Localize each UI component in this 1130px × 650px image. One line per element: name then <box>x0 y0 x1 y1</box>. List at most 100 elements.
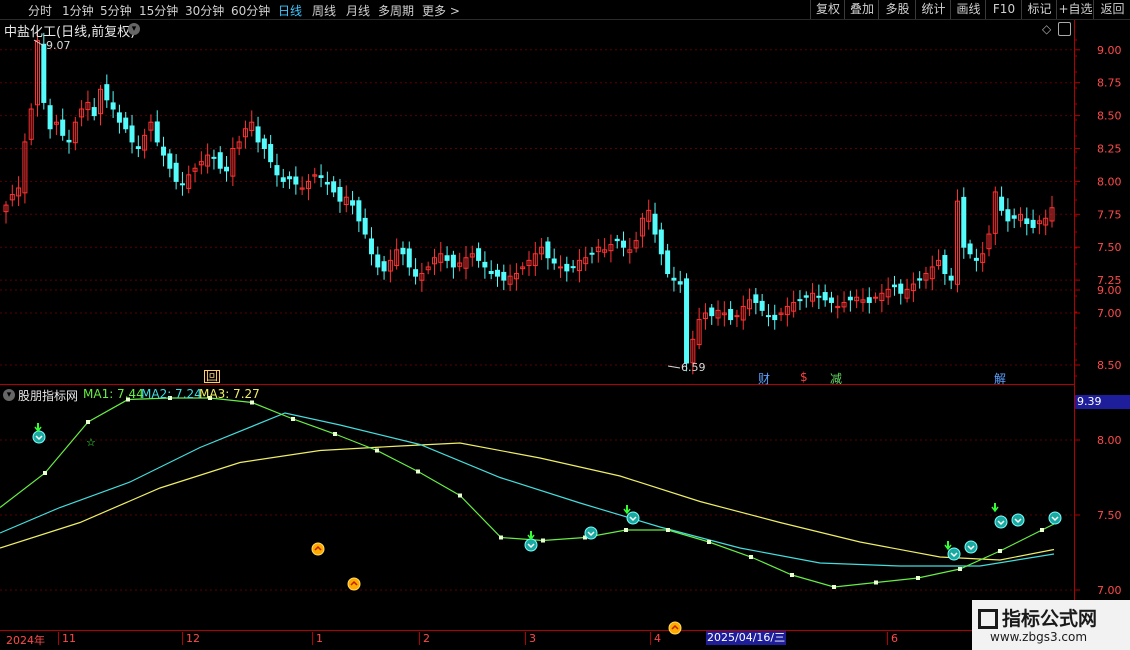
indicator-dropdown-icon[interactable]: ▾ <box>3 389 15 401</box>
candle-body <box>66 139 72 143</box>
sell-signal-icon <box>994 515 1008 529</box>
price-tick-label: 7.50 <box>1097 241 1122 254</box>
sell-signal-icon <box>32 430 46 444</box>
period-tab-10[interactable]: 更多 > <box>422 2 460 19</box>
candle-body <box>589 252 595 255</box>
toolbar-button-7[interactable]: +自选 <box>1056 0 1094 19</box>
period-tab-8[interactable]: 月线 <box>346 2 370 19</box>
ma1-point <box>666 528 670 532</box>
buy-signal-icon <box>347 577 361 591</box>
candle-body <box>671 277 677 281</box>
event-marker-0[interactable]: 回 <box>204 370 221 383</box>
period-toolbar: 分时 1分钟 5分钟 15分钟 30分钟 60分钟 日线 周线 月线 多周期 更多 > 复权 叠加 多股统… <box>0 0 1130 20</box>
candle-body <box>753 294 759 303</box>
indicator-tick-label: 8.00 <box>1097 434 1122 447</box>
toolbar-button-5[interactable]: F10 <box>985 0 1022 19</box>
event-marker-2[interactable]: $ <box>800 370 808 384</box>
candle-body <box>123 117 129 130</box>
candle-body <box>1030 219 1036 228</box>
candle-body <box>331 181 337 193</box>
event-marker-1[interactable]: 财 <box>758 370 770 387</box>
candle-body <box>570 266 576 269</box>
period-tab-1[interactable]: 1分钟 <box>62 2 94 19</box>
star-icon: ☆ <box>86 436 96 449</box>
candle-body <box>60 119 66 136</box>
sell-signal-icon <box>964 540 978 554</box>
ma1-point <box>790 573 794 577</box>
candle-body <box>822 292 828 301</box>
candle-body <box>47 105 53 130</box>
candle-body <box>1024 218 1030 225</box>
candle-body <box>104 84 110 101</box>
title-dropdown-icon[interactable]: ▾ <box>128 23 140 35</box>
diamond-icon[interactable]: ◇ <box>1042 22 1051 36</box>
time-label-7: 6 <box>887 632 898 645</box>
toolbar-button-2[interactable]: 多股 <box>878 0 916 19</box>
candle-body <box>381 261 387 272</box>
ma3-label: MA3: 7.27 <box>199 387 260 401</box>
signal-icons: ☆ <box>32 423 1062 635</box>
candle-body <box>614 238 620 242</box>
cursor-date: 2025/04/16/三 <box>706 631 787 645</box>
moving-average-lines <box>0 396 1055 589</box>
ma1-point <box>291 417 295 421</box>
ma1-point <box>499 535 503 540</box>
time-label-5: 3 <box>525 632 536 645</box>
stock-title: 中盐化工(日线,前复权) <box>4 25 136 40</box>
event-marker-3[interactable]: 减 <box>830 370 842 387</box>
toolbar-button-8[interactable]: 返回 <box>1093 0 1130 19</box>
candle-body <box>917 278 923 281</box>
event-marker-4[interactable]: 解 <box>994 370 1006 387</box>
ma1-point <box>458 493 462 498</box>
candle-body <box>847 296 853 301</box>
panel-settings-icon[interactable] <box>1058 22 1071 36</box>
candle-body <box>154 121 160 143</box>
toolbar-button-4[interactable]: 画线 <box>950 0 986 19</box>
candle-body <box>375 254 381 268</box>
toolbar-button-3[interactable]: 统计 <box>915 0 951 19</box>
period-tab-6[interactable]: 日线 <box>278 2 302 19</box>
watermark-logo-icon <box>978 609 998 629</box>
candle-body <box>551 258 557 264</box>
sell-signal-icon <box>1048 511 1062 525</box>
candle-body <box>476 248 482 261</box>
toolbar-button-1[interactable]: 叠加 <box>844 0 879 19</box>
candle-body <box>709 307 715 317</box>
sell-signal-icon <box>524 538 538 552</box>
chart-canvas[interactable]: ☆ 9.008.758.508.258.007.757.507.257.00 9… <box>0 0 1130 650</box>
candle-body <box>324 181 330 185</box>
period-tab-7[interactable]: 周线 <box>312 2 336 19</box>
candle-body <box>274 165 280 176</box>
candle-body <box>116 112 122 123</box>
candle-body <box>161 146 167 156</box>
period-tab-5[interactable]: 60分钟 <box>231 2 270 19</box>
candle-body <box>255 126 261 143</box>
period-tab-0[interactable]: 分时 <box>28 2 52 19</box>
period-tab-9[interactable]: 多周期 <box>378 2 414 19</box>
candle-body <box>211 156 217 159</box>
candle-body <box>797 299 803 302</box>
candle-body <box>873 296 879 299</box>
candle-body <box>413 269 419 277</box>
watermark-title: 指标公式网 <box>1002 608 1098 630</box>
sell-signal-icon <box>1011 513 1025 527</box>
ma2-label: MA2: 7.24 <box>141 387 202 401</box>
candle-body <box>173 162 179 182</box>
period-tab-3[interactable]: 15分钟 <box>139 2 178 19</box>
candle-body <box>501 271 507 281</box>
sell-signal-icon <box>947 547 961 561</box>
candle-body <box>1005 209 1011 222</box>
sell-signal-icon <box>584 526 598 540</box>
min-pointer <box>667 365 681 369</box>
toolbar-button-0[interactable]: 复权 <box>810 0 845 19</box>
ma1-point <box>43 471 47 475</box>
ma1-label: MA1: 7.44 <box>83 387 144 401</box>
period-tab-4[interactable]: 30分钟 <box>185 2 224 19</box>
price-tick-label: 8.00 <box>1097 175 1122 188</box>
ma1-point <box>541 538 545 543</box>
candle-body <box>350 200 356 206</box>
toolbar-button-6[interactable]: 标记 <box>1021 0 1057 19</box>
period-tab-2[interactable]: 5分钟 <box>100 2 132 19</box>
time-label-1: 11 <box>58 632 76 645</box>
ma1-point <box>749 555 753 559</box>
